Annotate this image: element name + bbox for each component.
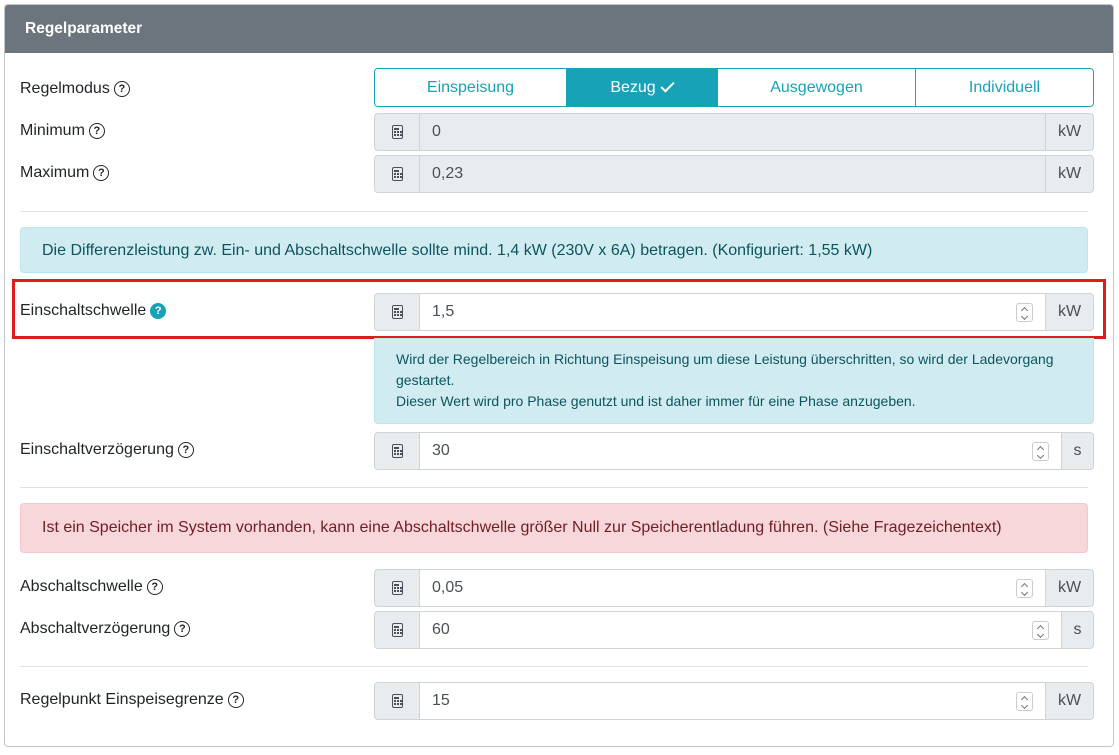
number-spinner[interactable] xyxy=(1016,579,1033,598)
number-spinner[interactable] xyxy=(1032,621,1049,640)
info-alert-differenzleistung: Die Differenzleistung zw. Ein- und Absch… xyxy=(20,227,1088,273)
regelmodus-button-group: Einspeisung Bezug Ausgewogen Individuell xyxy=(374,68,1094,107)
number-spinner[interactable] xyxy=(1032,442,1049,461)
question-circle-icon[interactable]: ? xyxy=(174,621,191,637)
calculator-icon xyxy=(391,444,403,458)
regelpunkt-input-group: 15 kW xyxy=(374,682,1094,720)
abschaltschwelle-unit: kW xyxy=(1045,569,1094,607)
calculator-button[interactable] xyxy=(374,682,420,720)
abschaltschwelle-input-group: 0,05 kW xyxy=(374,569,1094,607)
einschaltverzoegerung-label: Einschaltverzögerung ? xyxy=(20,441,194,459)
calculator-button[interactable] xyxy=(374,432,420,470)
einschaltverzoegerung-input[interactable]: 30 xyxy=(420,432,1061,470)
warning-alert-speicher: Ist ein Speicher im System vorhanden, ka… xyxy=(20,503,1088,553)
divider xyxy=(20,211,1088,212)
einschaltverzoegerung-unit: s xyxy=(1061,432,1094,470)
regelmodus-ausgewogen-button[interactable]: Ausgewogen xyxy=(718,69,916,106)
highlight-box xyxy=(12,279,1106,339)
question-circle-icon[interactable]: ? xyxy=(146,579,163,595)
maximum-input-group: 0,23 kW xyxy=(374,155,1094,193)
calculator-button[interactable] xyxy=(374,569,420,607)
card-header: Regelparameter xyxy=(5,5,1113,53)
divider xyxy=(20,666,1088,667)
regelmodus-label: Regelmodus ? xyxy=(20,80,130,98)
regelmodus-individuell-button[interactable]: Individuell xyxy=(916,69,1093,106)
calculator-icon xyxy=(391,623,403,637)
abschaltverzoegerung-input-group: 60 s xyxy=(374,611,1094,649)
question-circle-icon[interactable]: ? xyxy=(227,692,244,708)
check-icon xyxy=(660,78,675,93)
maximum-label: Maximum ? xyxy=(20,164,110,182)
calculator-button[interactable] xyxy=(374,113,420,151)
einschaltschwelle-help-text: Wird der Regelbereich in Richtung Einspe… xyxy=(374,338,1094,424)
minimum-unit: kW xyxy=(1045,113,1094,151)
question-circle-icon[interactable]: ? xyxy=(177,442,194,458)
number-spinner[interactable] xyxy=(1016,692,1033,711)
minimum-input-group: 0 kW xyxy=(374,113,1094,151)
regelmodus-bezug-button[interactable]: Bezug xyxy=(567,69,718,106)
maximum-unit: kW xyxy=(1045,155,1094,193)
regelpunkt-label: Regelpunkt Einspeisegrenze ? xyxy=(20,691,244,709)
regelpunkt-unit: kW xyxy=(1045,682,1094,720)
einschaltverzoegerung-input-group: 30 s xyxy=(374,432,1094,470)
question-circle-icon[interactable]: ? xyxy=(93,165,110,181)
question-circle-icon[interactable]: ? xyxy=(113,81,130,97)
calculator-icon xyxy=(391,125,403,139)
calculator-icon xyxy=(391,694,403,708)
regelpunkt-input[interactable]: 15 xyxy=(420,682,1045,720)
divider xyxy=(20,487,1088,488)
calculator-button[interactable] xyxy=(374,155,420,193)
abschaltschwelle-label: Abschaltschwelle ? xyxy=(20,578,163,596)
maximum-field: 0,23 xyxy=(420,155,1045,193)
calculator-icon xyxy=(391,167,403,181)
minimum-label: Minimum ? xyxy=(20,122,105,140)
question-circle-icon[interactable]: ? xyxy=(88,123,105,139)
calculator-icon xyxy=(391,581,403,595)
abschaltverzoegerung-input[interactable]: 60 xyxy=(420,611,1061,649)
abschaltverzoegerung-unit: s xyxy=(1061,611,1094,649)
minimum-field: 0 xyxy=(420,113,1045,151)
calculator-button[interactable] xyxy=(374,611,420,649)
regelmodus-einspeisung-button[interactable]: Einspeisung xyxy=(375,69,567,106)
abschaltschwelle-input[interactable]: 0,05 xyxy=(420,569,1045,607)
abschaltverzoegerung-label: Abschaltverzögerung ? xyxy=(20,620,191,638)
